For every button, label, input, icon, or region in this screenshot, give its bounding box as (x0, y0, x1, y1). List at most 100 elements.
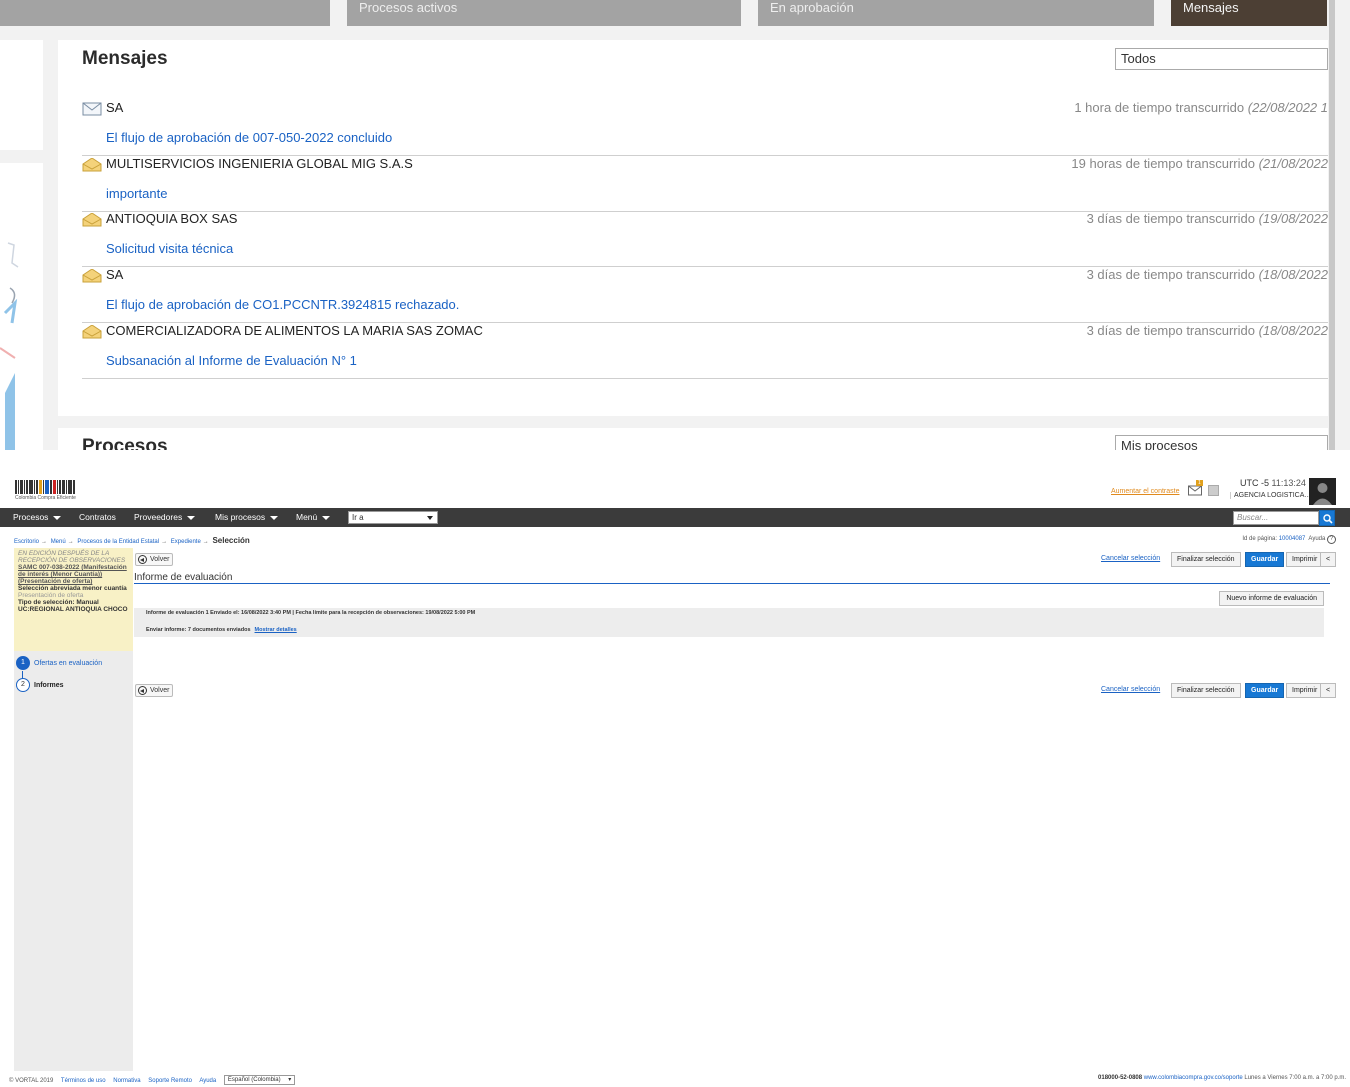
separator (0, 450, 1350, 470)
processes-panel: Procesos Mis procesos (58, 428, 1328, 450)
side-widget (0, 40, 43, 150)
nav-proveedores[interactable]: Proveedores (134, 512, 196, 522)
process-link[interactable]: SAMC 007-038-2022 (Manifestación de inte… (18, 564, 129, 585)
copyright: © VORTAL 2019 (9, 1077, 54, 1084)
message-sender: COMERCIALIZADORA DE ALIMENTOS LA MARIA S… (106, 323, 483, 338)
new-report-button[interactable]: Nuevo informe de evaluación (1219, 591, 1324, 606)
secop-page: Colombia Compra Eficiente Aumentar el co… (0, 470, 1350, 1087)
process-sidebar: EN EDICIÓN DESPUÉS DE LA RECEPCIÓN DE OB… (14, 548, 133, 1071)
chevron-down-icon (270, 515, 279, 520)
help-icon[interactable]: ? (1327, 535, 1336, 544)
step-reports[interactable]: 2 Informes (16, 678, 64, 692)
cancel-selection-link[interactable]: Cancelar selección (1101, 686, 1160, 693)
tab-in-approval[interactable]: En aprobación (758, 0, 1154, 26)
scrollbar[interactable] (1328, 0, 1350, 450)
section-divider (134, 583, 1330, 584)
map-widget (0, 163, 43, 450)
action-bar: Cancelar selección Finalizar selección G… (1101, 683, 1337, 698)
footer-link-help[interactable]: Ayuda (199, 1078, 216, 1084)
save-button[interactable]: Guardar (1245, 683, 1285, 698)
arrow-left-circle-icon (138, 686, 147, 695)
support-phone: 018000-52-0808 (1098, 1075, 1143, 1081)
dashboard-screenshot: Procesos activos En aprobación Mensajes … (0, 0, 1350, 450)
language-select[interactable]: Español (Colombia) ▾ (223, 1075, 296, 1085)
message-subject-link[interactable]: importante (106, 186, 167, 201)
envelope-open-icon (82, 269, 102, 283)
contrast-link[interactable]: Aumentar el contraste (1111, 488, 1179, 495)
step-number: 2 (16, 678, 30, 692)
breadcrumb-item[interactable]: Escritorio (14, 539, 39, 545)
breadcrumb-item[interactable]: Procesos de la Entidad Estatal (77, 539, 159, 545)
message-sender: MULTISERVICIOS INGENIERIA GLOBAL MIG S.A… (106, 156, 413, 171)
avatar[interactable] (1309, 478, 1336, 505)
support-link[interactable]: www.colombiacompra.gov.co/soporte (1144, 1075, 1243, 1081)
tab-placeholder[interactable] (0, 0, 330, 26)
nav-menu[interactable]: Menú (296, 512, 331, 522)
step-offers-evaluation[interactable]: 1 Ofertas en evaluación (16, 656, 102, 670)
goto-select[interactable]: Ir a (348, 511, 438, 524)
message-time: 3 días de tiempo transcurrido (19/08/202… (1086, 211, 1328, 226)
mail-count-badge: 1 (1196, 480, 1203, 486)
messages-title: Mensajes (82, 48, 168, 69)
message-item[interactable]: ANTIOQUIA BOX SAS 3 días de tiempo trans… (82, 211, 1328, 267)
footer-link-terms[interactable]: Términos de uso (61, 1078, 106, 1084)
envelope-open-icon (82, 325, 102, 339)
finish-selection-button[interactable]: Finalizar selección (1171, 552, 1241, 567)
message-subject-link[interactable]: El flujo de aprobación de CO1.PCCNTR.392… (106, 297, 459, 312)
envelope-open-icon (82, 158, 102, 172)
search-input[interactable]: Buscar... (1233, 511, 1319, 525)
app-header: Colombia Compra Eficiente Aumentar el co… (0, 470, 1350, 506)
breadcrumb-item[interactable]: Menú (51, 539, 66, 545)
message-item[interactable]: SA 1 hora de tiempo transcurrido (22/08/… (82, 100, 1328, 156)
messages-panel: Mensajes Todos SA 1 hora de tiempo trans… (58, 40, 1328, 416)
tab-active-processes[interactable]: Procesos activos (347, 0, 741, 26)
tab-messages[interactable]: Mensajes (1171, 0, 1327, 26)
nav-contratos[interactable]: Contratos (79, 512, 116, 522)
message-item[interactable]: SA 3 días de tiempo transcurrido (18/08/… (82, 267, 1328, 323)
scrollbar-thumb[interactable] (1329, 0, 1335, 450)
process-unit: UC:REGIONAL ANTIOQUIA CHOCO (18, 606, 128, 613)
nav-procesos[interactable]: Procesos (13, 512, 62, 522)
action-bar: Cancelar selección Finalizar selección G… (1101, 552, 1337, 567)
collapse-button[interactable]: < (1320, 552, 1337, 567)
back-button[interactable]: Volver (135, 684, 173, 697)
message-subject-link[interactable]: El flujo de aprobación de 007-050-2022 c… (106, 130, 392, 145)
save-button[interactable]: Guardar (1245, 552, 1285, 567)
message-sender: ANTIOQUIA BOX SAS (106, 211, 238, 226)
user-icon (1313, 483, 1332, 505)
message-sender: SA (106, 267, 124, 282)
back-button[interactable]: Volver (135, 553, 173, 566)
message-subject-link[interactable]: Subsanación al Informe de Evaluación N° … (106, 353, 357, 368)
print-button[interactable]: Imprimir (1286, 683, 1324, 698)
message-time: 19 horas de tiempo transcurrido (21/08/2… (1071, 156, 1328, 171)
messages-filter-select[interactable]: Todos (1115, 48, 1328, 70)
nav-mis-procesos[interactable]: Mis procesos (215, 512, 279, 522)
help-link[interactable]: Ayuda (1308, 536, 1325, 542)
document-icon[interactable] (1208, 485, 1219, 496)
message-item[interactable]: MULTISERVICIOS INGENIERIA GLOBAL MIG S.A… (82, 156, 1328, 212)
envelope-closed-icon (82, 102, 102, 116)
message-time: 3 días de tiempo transcurrido (18/08/202… (1086, 267, 1328, 282)
footer-link-remote-support[interactable]: Soporte Remoto (148, 1078, 192, 1084)
message-item[interactable]: COMERCIALIZADORA DE ALIMENTOS LA MARIA S… (82, 323, 1328, 379)
show-details-link[interactable]: Mostrar detalles (255, 627, 297, 633)
print-button[interactable]: Imprimir (1286, 552, 1324, 567)
logo-text: Colombia Compra Eficiente (15, 495, 76, 501)
message-subject-link[interactable]: Solicitud visita técnica (106, 241, 233, 256)
process-info: EN EDICIÓN DESPUÉS DE LA RECEPCIÓN DE OB… (14, 548, 133, 651)
breadcrumb-item[interactable]: Expediente (171, 539, 201, 545)
main-navbar: Procesos Contratos Proveedores Mis proce… (0, 508, 1350, 527)
breadcrumb: Escritorio → Menú → Procesos de la Entidad… (14, 536, 250, 545)
search-button[interactable] (1319, 510, 1335, 526)
section-title: Informe de evaluación (134, 572, 233, 583)
logo[interactable]: Colombia Compra Eficiente (15, 480, 87, 502)
processes-filter-select[interactable]: Mis procesos (1115, 435, 1328, 450)
agency-name[interactable]: AGENCIA LOGISTICA... (1230, 492, 1310, 499)
finish-selection-button[interactable]: Finalizar selección (1171, 683, 1241, 698)
footer-link-normativa[interactable]: Normativa (113, 1078, 140, 1084)
footer: © VORTAL 2019 Términos de uso Normativa … (0, 1072, 1350, 1087)
chevron-down-icon (53, 515, 62, 520)
cancel-selection-link[interactable]: Cancelar selección (1101, 555, 1160, 562)
map-fragment-icon (0, 242, 19, 450)
collapse-button[interactable]: < (1320, 683, 1337, 698)
